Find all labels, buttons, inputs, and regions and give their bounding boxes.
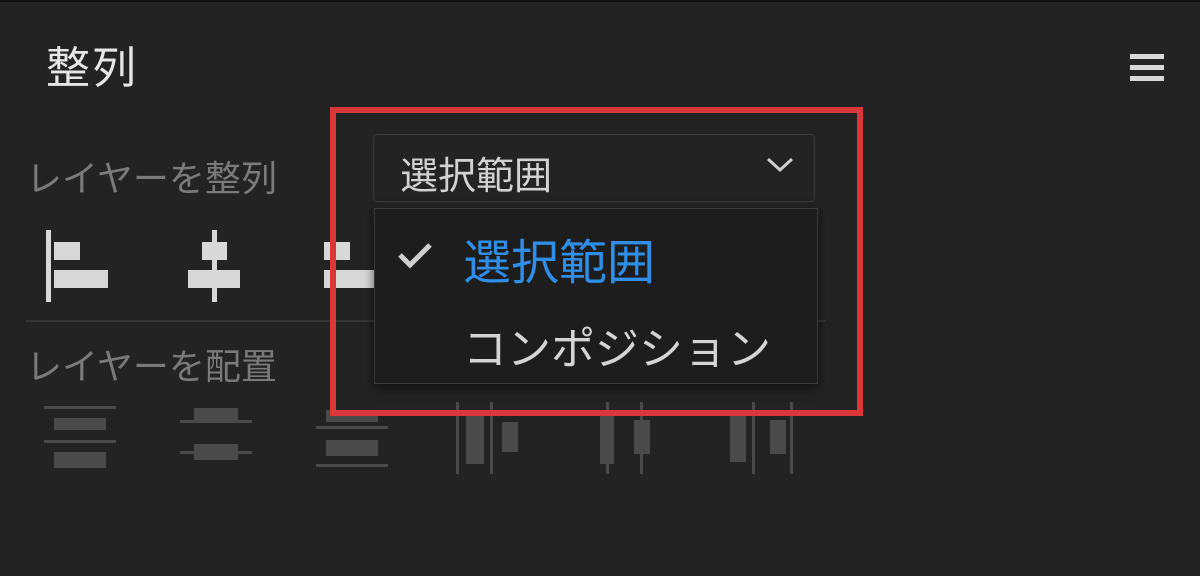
distribute-vertical-center-icon[interactable] bbox=[180, 404, 252, 472]
distribute-horizontal-center-icon[interactable] bbox=[594, 402, 658, 474]
panel-title: 整列 bbox=[46, 43, 138, 94]
distribute-layers-label: レイヤーを配置 bbox=[26, 347, 277, 388]
align-to-selected-value: 選択範囲 bbox=[400, 154, 553, 198]
dropdown-item-label: コンポジション bbox=[463, 324, 771, 375]
align-horizontal-center-icon[interactable] bbox=[186, 230, 242, 302]
distribute-right-icon[interactable] bbox=[728, 402, 798, 474]
align-layers-label: レイヤーを整列 bbox=[26, 159, 277, 200]
align-right-icon[interactable] bbox=[322, 230, 374, 302]
distribute-bottom-icon[interactable] bbox=[316, 404, 388, 472]
distribute-top-icon[interactable] bbox=[44, 404, 116, 472]
dropdown-item-label: 選択範囲 bbox=[463, 235, 656, 291]
align-to-select[interactable]: 選択範囲 bbox=[373, 134, 815, 202]
dropdown-item-selection[interactable]: 選択範囲 bbox=[375, 213, 817, 293]
align-panel: 整列 レイヤーを整列 選択範囲 レイヤーを配置 選択範囲 コンポジション bbox=[0, 0, 1200, 576]
hamburger-menu-icon[interactable] bbox=[1130, 54, 1164, 82]
dropdown-item-composition[interactable]: コンポジション bbox=[375, 301, 817, 381]
distribute-left-icon[interactable] bbox=[454, 402, 524, 474]
chevron-down-icon bbox=[766, 157, 794, 173]
checkmark-icon bbox=[398, 243, 432, 269]
align-to-dropdown-menu: 選択範囲 コンポジション bbox=[374, 208, 818, 384]
align-left-icon[interactable] bbox=[44, 230, 110, 302]
